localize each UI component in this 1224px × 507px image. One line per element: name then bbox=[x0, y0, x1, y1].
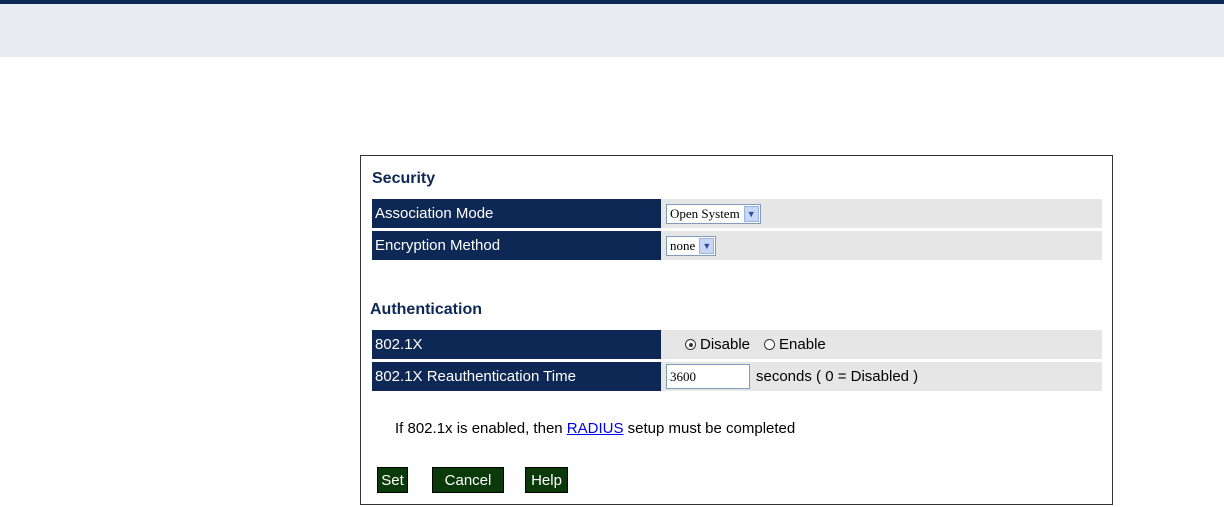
dot1x-disable-label: Disable bbox=[700, 336, 751, 353]
security-settings-panel: Security Association Mode Open System ▼ … bbox=[360, 155, 1113, 505]
radio-checked-icon bbox=[685, 339, 696, 350]
reauth-time-unit: seconds ( 0 = Disabled ) bbox=[756, 368, 919, 385]
reauth-time-label: 802.1X Reauthentication Time bbox=[372, 362, 661, 391]
dot1x-enable-radio[interactable]: Enable bbox=[764, 336, 826, 353]
reauth-time-row: 802.1X Reauthentication Time seconds ( 0… bbox=[372, 362, 1102, 391]
encryption-method-row: Encryption Method none ▼ bbox=[372, 231, 1102, 260]
dot1x-enable-label: Enable bbox=[779, 336, 826, 353]
note-prefix: If 802.1x is enabled, then bbox=[395, 420, 567, 437]
security-section-title: Security bbox=[372, 170, 436, 187]
radio-unchecked-icon bbox=[764, 339, 776, 350]
radius-link[interactable]: RADIUS bbox=[567, 420, 624, 437]
cancel-button[interactable]: Cancel bbox=[432, 467, 504, 493]
encryption-method-value: none bbox=[670, 237, 696, 253]
encryption-method-select[interactable]: none ▼ bbox=[666, 235, 717, 256]
radius-note: If 802.1x is enabled, then RADIUS setup … bbox=[395, 420, 795, 437]
note-suffix: setup must be completed bbox=[623, 420, 796, 437]
chevron-down-icon: ▼ bbox=[699, 237, 715, 254]
help-button[interactable]: Help bbox=[525, 467, 568, 493]
set-button[interactable]: Set bbox=[377, 467, 408, 493]
authentication-section-title: Authentication bbox=[370, 301, 482, 318]
reauth-time-input[interactable] bbox=[666, 364, 750, 389]
dot1x-label: 802.1X bbox=[372, 330, 661, 359]
association-mode-select[interactable]: Open System ▼ bbox=[666, 203, 761, 224]
association-mode-value: Open System bbox=[670, 205, 740, 221]
header-band bbox=[0, 4, 1224, 57]
dot1x-row: 802.1X Disable Enable bbox=[372, 330, 1102, 359]
association-mode-row: Association Mode Open System ▼ bbox=[372, 199, 1102, 228]
chevron-down-icon: ▼ bbox=[743, 205, 759, 222]
encryption-method-label: Encryption Method bbox=[372, 231, 661, 260]
association-mode-label: Association Mode bbox=[372, 199, 661, 228]
dot1x-disable-radio[interactable]: Disable bbox=[685, 336, 750, 353]
